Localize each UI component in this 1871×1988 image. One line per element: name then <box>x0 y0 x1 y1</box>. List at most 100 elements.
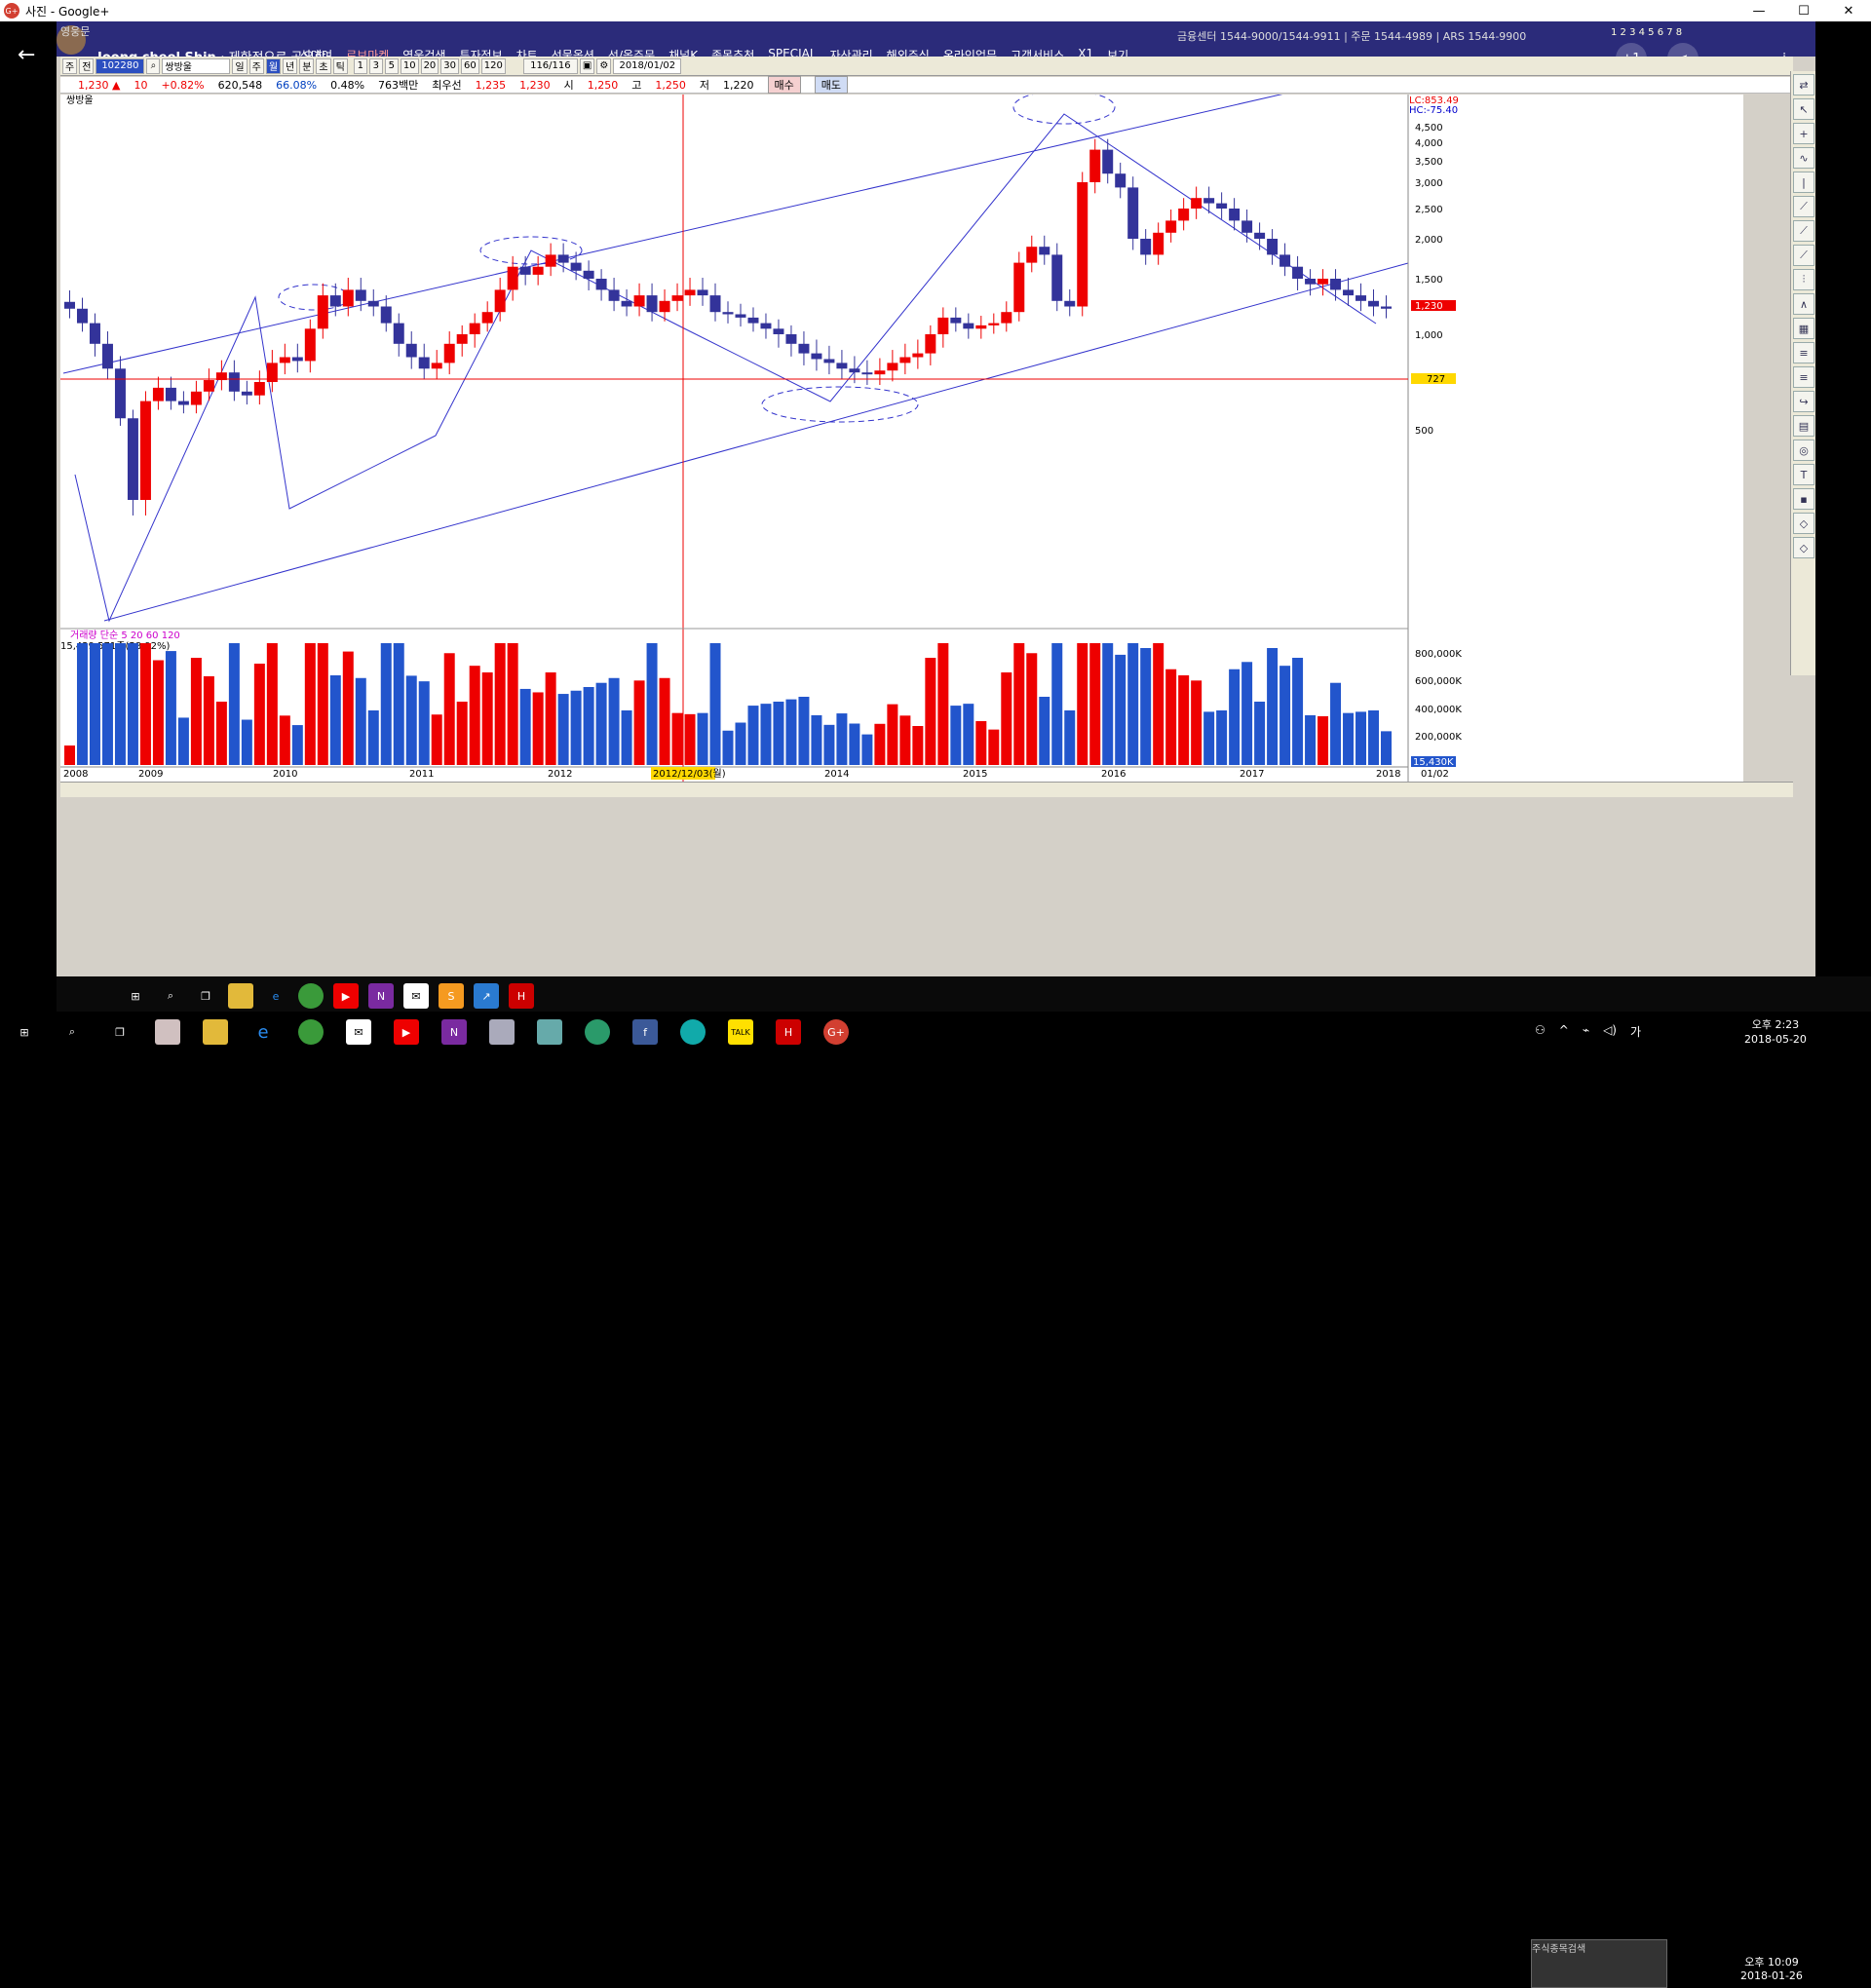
volume-icon[interactable]: ◁) <box>1603 1023 1617 1040</box>
chart-scrollbar[interactable] <box>60 782 1793 797</box>
volume-bar <box>887 704 898 765</box>
hero-icon[interactable]: H <box>509 983 534 1009</box>
windows-start-icon[interactable]: ⊞ <box>123 983 148 1009</box>
app-icon[interactable] <box>537 1019 562 1045</box>
people-icon[interactable]: ⚇ <box>1535 1023 1546 1040</box>
mail-icon[interactable]: ✉ <box>403 983 429 1009</box>
chrome-icon[interactable] <box>298 1019 324 1045</box>
chevron-up-icon[interactable]: ^ <box>1559 1023 1569 1040</box>
candlestick-chart[interactable]: 쌍방울 4,500 4,000 3,500 3,000 2,500 2,000 1,500 1… <box>60 64 1743 782</box>
interval-button[interactable]: 3 <box>368 57 383 74</box>
count-field[interactable]: 116/116 <box>522 57 578 74</box>
window-number-tabs[interactable]: 1 2 3 4 5 6 7 8 <box>1611 27 1682 38</box>
drawing-tool-button[interactable]: ∿ <box>1793 147 1814 169</box>
close-button[interactable]: ✕ <box>1826 0 1871 21</box>
app-icon[interactable] <box>680 1019 706 1045</box>
app-icon[interactable]: S <box>439 983 464 1009</box>
mail-icon[interactable]: ✉ <box>346 1019 371 1045</box>
type-select[interactable]: 주 <box>62 57 78 74</box>
kakaotalk-icon[interactable]: TALK <box>728 1019 753 1045</box>
drawing-tool-button[interactable]: ≡ <box>1793 366 1814 388</box>
drawing-tool-button[interactable]: ▦ <box>1793 318 1814 339</box>
chart-area[interactable]: 쌍방울 4,500 4,000 3,500 3,000 2,500 2,000 1,500 1… <box>60 64 1743 782</box>
drawing-tool-button[interactable]: ⫶ <box>1793 269 1814 290</box>
period-tab[interactable]: 주 <box>248 57 264 74</box>
candle <box>89 323 100 344</box>
search-icon[interactable]: ⌕ <box>146 57 161 74</box>
volume-bar <box>519 688 531 765</box>
network-icon[interactable]: ⌁ <box>1583 1023 1589 1040</box>
period-tab[interactable]: 틱 <box>332 57 348 74</box>
drawing-tool-button[interactable]: ◇ <box>1793 513 1814 534</box>
period-tab[interactable]: 분 <box>299 57 315 74</box>
edge-icon[interactable]: e <box>263 983 288 1009</box>
stock-search-popup[interactable]: 주식종목검색 <box>1531 1939 1667 1988</box>
drawing-tool-button[interactable]: ≡ <box>1793 342 1814 363</box>
period-tab[interactable]: 년 <box>283 57 298 74</box>
sell-button[interactable]: 매도 <box>814 76 849 94</box>
app-icon[interactable] <box>489 1019 515 1045</box>
drawing-tool-button[interactable]: T <box>1793 464 1814 485</box>
task-view-icon[interactable]: ❐ <box>107 1019 133 1045</box>
settings-icon[interactable]: ⚙ <box>596 57 612 74</box>
drawing-tool-button[interactable]: ⟋ <box>1793 196 1814 217</box>
ime-indicator[interactable]: 가 <box>1630 1023 1641 1040</box>
drawing-tool-button[interactable]: ▤ <box>1793 415 1814 437</box>
app-icon[interactable] <box>585 1019 610 1045</box>
candle <box>1203 198 1215 204</box>
period-tab[interactable]: 월 <box>265 57 282 74</box>
task-view-icon[interactable]: ❐ <box>193 983 218 1009</box>
y-tick-label: 1,000 <box>1415 330 1443 341</box>
back-arrow-icon[interactable]: ← <box>18 43 35 67</box>
search-icon[interactable]: ⌕ <box>59 1019 85 1045</box>
search-icon[interactable]: ⌕ <box>158 983 183 1009</box>
chart-app-icon[interactable]: ↗ <box>474 983 499 1009</box>
hero-icon[interactable]: H <box>776 1019 801 1045</box>
maximize-button[interactable]: ☐ <box>1781 0 1826 21</box>
drawing-tool-button[interactable]: ⇄ <box>1793 74 1814 96</box>
stock-name-field[interactable]: 쌍방울 <box>162 57 231 74</box>
buy-button[interactable]: 매수 <box>767 76 801 94</box>
google-plus-icon[interactable]: G+ <box>823 1019 849 1045</box>
candle <box>849 368 860 373</box>
explorer-icon[interactable] <box>203 1019 228 1045</box>
candle <box>570 262 582 271</box>
date-field[interactable]: 2018/01/02 <box>613 57 682 74</box>
chrome-icon[interactable] <box>298 983 324 1009</box>
onenote-icon[interactable]: N <box>368 983 394 1009</box>
interval-button[interactable]: 1 <box>353 57 367 74</box>
facebook-icon[interactable]: f <box>632 1019 658 1045</box>
market-select[interactable]: 전 <box>79 57 95 74</box>
youtube-icon[interactable]: ▶ <box>333 983 359 1009</box>
stock-code-input[interactable]: 102280 <box>95 57 145 74</box>
candle <box>1241 220 1253 233</box>
interval-button[interactable]: 30 <box>440 57 460 74</box>
interval-button[interactable]: 20 <box>420 57 439 74</box>
interval-button[interactable]: 5 <box>384 57 399 74</box>
drawing-tool-button[interactable]: ∧ <box>1793 293 1814 315</box>
interval-button[interactable]: 60 <box>461 57 479 74</box>
drawing-tool-button[interactable]: ↪ <box>1793 391 1814 412</box>
onenote-icon[interactable]: N <box>441 1019 467 1045</box>
candle <box>1089 149 1101 182</box>
drawing-tool-button[interactable]: ⟋ <box>1793 220 1814 242</box>
drawing-tool-button[interactable]: | <box>1793 172 1814 193</box>
price-change: 10 <box>134 78 148 92</box>
drawing-tool-button[interactable]: ↖ <box>1793 98 1814 120</box>
period-tab[interactable]: 일 <box>232 57 248 74</box>
drawing-tool-button[interactable]: ⟋ <box>1793 245 1814 266</box>
explorer-icon[interactable] <box>228 983 253 1009</box>
drawing-tool-button[interactable]: ▪ <box>1793 488 1814 510</box>
minimize-button[interactable]: — <box>1737 0 1781 21</box>
period-tab[interactable]: 초 <box>316 57 331 74</box>
drawing-tool-button[interactable]: ◎ <box>1793 440 1814 461</box>
drawing-tool-button[interactable]: ◇ <box>1793 537 1814 558</box>
drawing-tool-button[interactable]: + <box>1793 123 1814 144</box>
interval-button[interactable]: 120 <box>480 57 506 74</box>
edge-icon[interactable]: e <box>250 1019 276 1045</box>
paint-icon[interactable] <box>155 1019 180 1045</box>
save-icon[interactable]: ▣ <box>579 57 595 74</box>
windows-start-icon[interactable]: ⊞ <box>12 1019 37 1045</box>
youtube-icon[interactable]: ▶ <box>394 1019 419 1045</box>
interval-button[interactable]: 10 <box>400 57 419 74</box>
